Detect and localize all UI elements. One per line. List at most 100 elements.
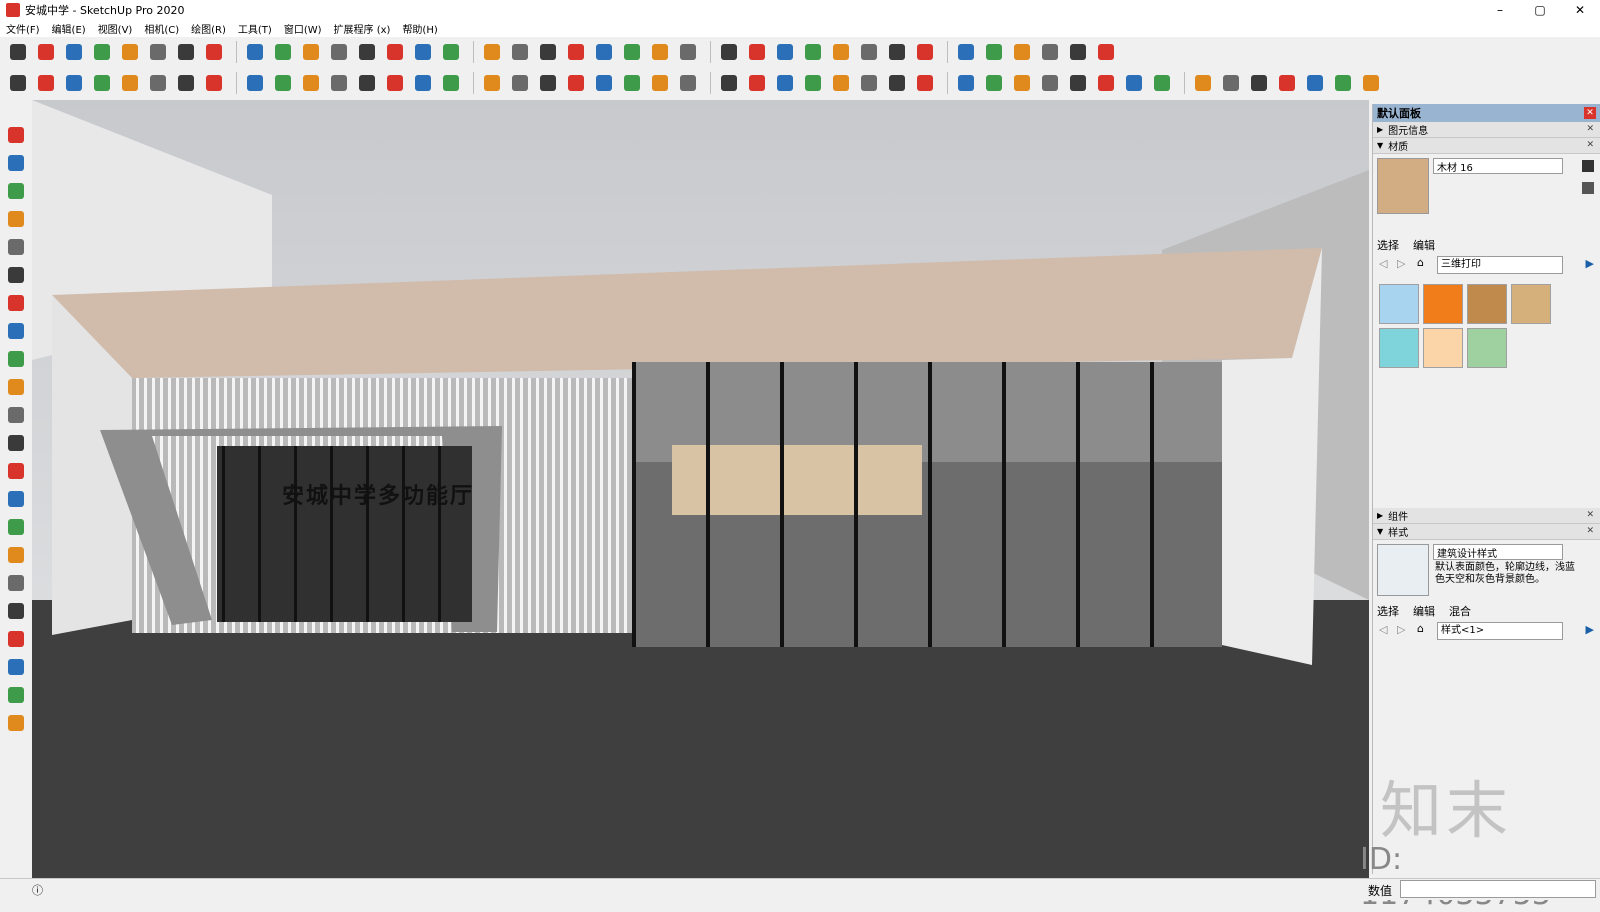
walk-tool[interactable] xyxy=(4,488,28,510)
comp1-button[interactable] xyxy=(954,71,978,95)
front-button[interactable] xyxy=(648,71,672,95)
sample-paint-icon[interactable] xyxy=(1582,182,1594,194)
chart-button[interactable] xyxy=(90,40,114,64)
brush-button[interactable] xyxy=(857,40,881,64)
menu-extensions[interactable]: 扩展程序 (x) xyxy=(334,21,391,36)
style-dropdown[interactable]: 样式<1> xyxy=(1437,622,1563,640)
entity-button[interactable] xyxy=(118,40,142,64)
shaded-button[interactable] xyxy=(857,71,881,95)
arrow-button[interactable] xyxy=(508,71,532,95)
left-button[interactable] xyxy=(745,71,769,95)
user-button[interactable] xyxy=(327,71,351,95)
spiral-button[interactable] xyxy=(620,40,644,64)
wave-button[interactable] xyxy=(592,40,616,64)
dimension-button[interactable] xyxy=(34,40,58,64)
tab-edit[interactable]: 编辑 xyxy=(1413,237,1435,253)
right-button[interactable] xyxy=(676,71,700,95)
refresh2-button[interactable] xyxy=(1275,71,1299,95)
curve-button[interactable] xyxy=(202,40,226,64)
paint-button[interactable] xyxy=(439,71,463,95)
tab-mix[interactable]: 混合 xyxy=(1449,603,1471,619)
triangle-button[interactable] xyxy=(745,40,769,64)
tab-select[interactable]: 选择 xyxy=(1377,603,1399,619)
layer-button[interactable] xyxy=(327,40,351,64)
box-view-button[interactable] xyxy=(564,71,588,95)
measurements-field[interactable] xyxy=(1400,880,1596,898)
material-thumbnail[interactable] xyxy=(1377,158,1429,214)
materials-header[interactable]: ▼ 材质 ✕ xyxy=(1373,138,1600,154)
back-icon[interactable]: ◁ xyxy=(1379,257,1387,270)
cloud2-button[interactable] xyxy=(1191,71,1215,95)
home-icon[interactable]: ⌂ xyxy=(1417,256,1424,269)
entity-info-header[interactable]: ▶ 图元信息 ✕ xyxy=(1373,122,1600,138)
mail-button[interactable] xyxy=(271,71,295,95)
comp5-button[interactable] xyxy=(1066,71,1090,95)
push-button[interactable] xyxy=(480,71,504,95)
warehouse-tool[interactable] xyxy=(4,600,28,622)
paint-bucket-tool[interactable] xyxy=(4,236,28,258)
follow-button[interactable] xyxy=(411,71,435,95)
details-icon[interactable]: ▶ xyxy=(1586,257,1594,270)
house2-button[interactable] xyxy=(982,40,1006,64)
zoom-tool[interactable] xyxy=(4,544,28,566)
stack-button[interactable] xyxy=(383,40,407,64)
details-icon[interactable]: ▶ xyxy=(1586,623,1594,636)
move-button[interactable] xyxy=(355,71,379,95)
hidden-button[interactable] xyxy=(829,71,853,95)
settings-button[interactable] xyxy=(1331,71,1355,95)
top-button[interactable] xyxy=(620,71,644,95)
tools-button[interactable] xyxy=(648,40,672,64)
menu-file[interactable]: 文件(F) xyxy=(6,21,40,36)
sofa-button[interactable] xyxy=(508,40,532,64)
home-icon[interactable]: ⌂ xyxy=(1417,622,1424,635)
badge-button[interactable] xyxy=(913,40,937,64)
scale-tool[interactable] xyxy=(4,376,28,398)
download-button[interactable] xyxy=(1303,71,1327,95)
account-tool[interactable] xyxy=(4,712,28,734)
material-swatch[interactable] xyxy=(1511,284,1551,324)
forward-icon[interactable]: ▷ xyxy=(1397,257,1405,270)
comb-button[interactable] xyxy=(676,40,700,64)
maximize-button[interactable]: ▢ xyxy=(1520,0,1560,20)
menu-tools[interactable]: 工具(T) xyxy=(238,21,272,36)
share-tool[interactable] xyxy=(4,656,28,678)
cube-button[interactable] xyxy=(6,71,30,95)
ruby-tool[interactable] xyxy=(4,684,28,706)
iso-button[interactable] xyxy=(592,71,616,95)
pencil-tool[interactable] xyxy=(4,180,28,202)
gear2-button[interactable] xyxy=(1247,71,1271,95)
house4-button[interactable] xyxy=(1038,40,1062,64)
unlink-button[interactable] xyxy=(1122,71,1146,95)
block-button[interactable] xyxy=(801,40,825,64)
material-swatch[interactable] xyxy=(1423,328,1463,368)
dots-button[interactable] xyxy=(564,40,588,64)
styles-header[interactable]: ▼ 样式 ✕ xyxy=(1373,524,1600,540)
material-swatch[interactable] xyxy=(1379,284,1419,324)
pushpull-tool[interactable] xyxy=(4,264,28,286)
add-button[interactable] xyxy=(90,71,114,95)
rotate-button[interactable] xyxy=(383,71,407,95)
rotate-tool-tool[interactable] xyxy=(4,348,28,370)
link-button[interactable] xyxy=(1094,71,1118,95)
arc-button[interactable] xyxy=(174,40,198,64)
comp3-button[interactable] xyxy=(1010,71,1034,95)
protractor-tool[interactable] xyxy=(4,460,28,482)
chain-button[interactable] xyxy=(355,40,379,64)
comp2-button[interactable] xyxy=(982,71,1006,95)
refresh-button[interactable] xyxy=(34,71,58,95)
frame-button[interactable] xyxy=(885,40,909,64)
eraser-tool[interactable] xyxy=(4,152,28,174)
house1-button[interactable] xyxy=(954,40,978,64)
extension-tool[interactable] xyxy=(4,628,28,650)
tree-button[interactable] xyxy=(118,71,142,95)
checker-button[interactable] xyxy=(174,71,198,95)
tab-select[interactable]: 选择 xyxy=(1377,237,1399,253)
info-icon[interactable]: ⓘ xyxy=(32,882,43,898)
curve2-button[interactable] xyxy=(536,40,560,64)
style-thumbnail[interactable] xyxy=(1377,544,1429,596)
hand-tool[interactable] xyxy=(4,516,28,538)
back-icon[interactable]: ◁ xyxy=(1379,623,1387,636)
close-button[interactable]: ✕ xyxy=(1560,0,1600,20)
minimize-button[interactable]: – xyxy=(1480,0,1520,20)
loop-button[interactable] xyxy=(271,40,295,64)
